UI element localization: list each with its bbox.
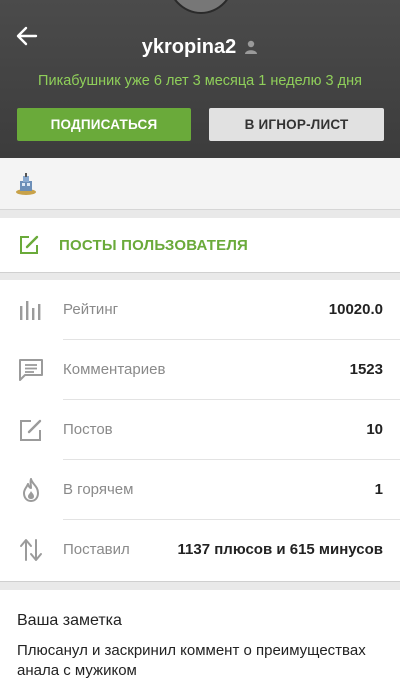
awards-strip	[0, 158, 400, 210]
note-title: Ваша заметка	[17, 612, 122, 629]
stat-value: 1	[374, 481, 383, 498]
note-text: Плюсанул и заскринил коммент о преимущес…	[17, 642, 366, 679]
edit-icon	[20, 235, 39, 254]
account-age: Пикабушник уже 6 лет 3 месяца 1 неделю 3…	[38, 73, 362, 89]
stat-posts: Постов 10	[0, 400, 400, 460]
award-icon[interactable]	[14, 172, 38, 196]
stat-label: Постов	[63, 421, 113, 438]
stat-hot: В горячем 1	[0, 460, 400, 520]
bar-chart-icon	[20, 301, 41, 320]
username: ykropina2	[141, 35, 237, 58]
avatar[interactable]	[167, 0, 235, 14]
edit-icon	[20, 419, 42, 441]
stat-label: Комментариев	[63, 361, 166, 378]
stat-votes: Поставил 1137 плюсов и 615 минусов	[0, 520, 400, 580]
username-row: ykropina2	[0, 34, 400, 60]
stat-label: Рейтинг	[63, 301, 119, 318]
profile-header: ykropina2 Пикабушник уже 6 лет 3 месяца …	[0, 0, 400, 158]
ignore-list-button[interactable]: В ИГНОР-ЛИСТ	[209, 108, 384, 141]
comment-icon	[19, 359, 43, 381]
subscribe-button[interactable]: ПОДПИСАТЬСЯ	[17, 108, 191, 141]
stat-value: 1523	[349, 361, 383, 378]
stat-label: В горячем	[63, 481, 134, 498]
stat-comments: Комментариев 1523	[0, 340, 400, 400]
stat-value: 1137 плюсов и 615 минусов	[177, 541, 383, 558]
stats-list: Рейтинг 10020.0 Комментариев 1523 Постов…	[0, 280, 400, 582]
user-icon	[245, 40, 258, 54]
flame-icon	[23, 478, 39, 502]
user-note[interactable]: Ваша заметка Плюсанул и заскринил коммен…	[0, 590, 400, 688]
stat-rating: Рейтинг 10020.0	[0, 280, 400, 340]
user-posts-label: ПОСТЫ ПОЛЬЗОВАТЕЛЯ	[59, 236, 249, 254]
up-down-arrows-icon	[20, 539, 42, 561]
stat-value: 10020.0	[328, 301, 383, 318]
stat-value: 10	[366, 421, 383, 438]
stat-label: Поставил	[63, 541, 130, 558]
user-posts-link[interactable]: ПОСТЫ ПОЛЬЗОВАТЕЛЯ	[0, 218, 400, 273]
